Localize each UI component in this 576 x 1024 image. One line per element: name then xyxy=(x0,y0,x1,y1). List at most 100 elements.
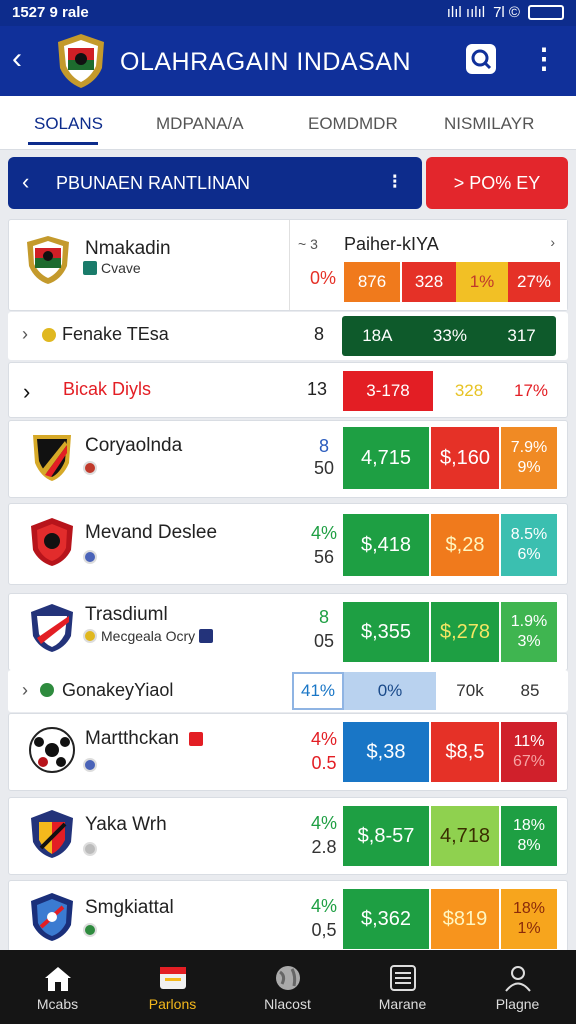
stat-bottom: 0,5 xyxy=(311,920,337,940)
tab-nismilayr[interactable]: NISMILAYR xyxy=(444,114,534,134)
odds-cell[interactable]: 41% xyxy=(292,672,344,710)
odds-cell[interactable]: 70k xyxy=(440,672,500,710)
list-icon xyxy=(390,965,416,991)
more-menu-icon[interactable]: ⋮ xyxy=(530,44,558,74)
team-badge-icon xyxy=(42,328,56,342)
stat-top: 4% xyxy=(310,729,337,749)
odds-cell[interactable]: $,278 xyxy=(431,602,499,662)
app-title: OLAHRAGAIN INDASAN xyxy=(120,48,412,76)
odds-cell[interactable]: $,28 xyxy=(431,514,499,576)
stat-bottom: 05 xyxy=(313,631,335,651)
odds-filter-button[interactable]: > PO% EY xyxy=(426,157,568,209)
ticket-icon xyxy=(160,967,186,989)
odds-cell[interactable]: 1% xyxy=(456,262,508,302)
odds-cell[interactable]: $,418 xyxy=(343,514,429,576)
team-flag-icon xyxy=(83,758,97,772)
row-label: Fenake TEsa xyxy=(62,324,169,344)
chevron-right-icon: › xyxy=(22,680,28,700)
odds-cell[interactable]: $,8-57 xyxy=(343,806,429,866)
featured-match-card[interactable]: Nmakadin Cvave ~ 3 Paiher-kIYA › 0% 876 … xyxy=(8,219,568,311)
stat-top: 8 xyxy=(318,436,329,456)
odds-cell[interactable]: 328 xyxy=(402,262,456,302)
team-name: Coryaolnda xyxy=(85,435,183,456)
odds-cell[interactable]: $,38 xyxy=(343,722,429,782)
odds-cell[interactable]: 18% 8% xyxy=(501,806,557,866)
team-flag-icon xyxy=(83,923,97,937)
tab-solans[interactable]: SOLANS xyxy=(34,114,103,134)
odds-cell[interactable]: 85 xyxy=(502,672,558,710)
panel-pct: 0% xyxy=(310,268,337,288)
compact-row[interactable]: › Fenake TEsa 8 18A 33% 317 xyxy=(8,312,568,360)
odds-cell[interactable]: 8.5% 6% xyxy=(501,514,557,576)
team-flag-icon xyxy=(83,629,97,643)
odds-cell[interactable]: 18% 1% xyxy=(501,889,557,949)
league-label: PBUNAEN RANTLINAN xyxy=(56,173,251,193)
odds-value: 18A xyxy=(362,326,393,345)
back-arrow-icon[interactable]: ‹ xyxy=(12,44,22,74)
stat-top: 4% xyxy=(310,896,337,916)
bottom-nav: Mcabs Parlons Nlacost Marane Plagne xyxy=(0,950,576,1024)
team-name: Yaka Wrh xyxy=(85,814,167,835)
nav-nlacost[interactable]: Nlacost xyxy=(230,950,345,1024)
match-card[interactable]: Martthckan 4% 0.5 $,38 $8,5 11% 67% xyxy=(8,713,568,791)
league-selector[interactable]: ‹ PBUNAEN RANTLINAN ⁝ xyxy=(8,157,422,209)
team-name: Mevand Deslee xyxy=(85,522,218,543)
tab-eomdmdr[interactable]: EOMDMDR xyxy=(308,114,398,134)
nav-label: Mcabs xyxy=(36,996,79,1012)
odds-cell[interactable]: 876 xyxy=(344,262,400,302)
odds-cell[interactable]: 11% 67% xyxy=(501,722,557,782)
odds-cell[interactable]: 4,715 xyxy=(343,427,429,489)
stat-bottom: 2.8 xyxy=(311,837,337,857)
row-label: GonakeyYiaol xyxy=(62,680,174,700)
nav-marane[interactable]: Marane xyxy=(345,950,460,1024)
nav-label: Marane xyxy=(378,996,427,1012)
compact-row[interactable]: › Bicak Diyls 13 3-178 328 17% xyxy=(8,362,568,418)
odds-cell[interactable]: 17% xyxy=(503,371,559,411)
odds-cell[interactable]: 0% xyxy=(344,672,436,710)
odds-cell[interactable]: $,362 xyxy=(343,889,429,949)
team-flag-icon xyxy=(189,732,203,746)
panel-chevron-icon[interactable]: › xyxy=(550,234,555,250)
club-crest-icon xyxy=(58,34,104,88)
match-card[interactable]: Yaka Wrh 4% 2.8 $,8-57 4,718 18% 8% xyxy=(8,797,568,875)
odds-cell[interactable]: 27% xyxy=(508,262,560,302)
stat-bottom: 0.5 xyxy=(311,753,337,773)
home-icon xyxy=(45,967,71,991)
match-card[interactable]: Smgkiattal 4% 0,5 $,362 $819 18% 1% xyxy=(8,880,568,952)
drag-handle-icon[interactable]: ⁝ xyxy=(392,169,398,194)
match-card[interactable]: Trasdiuml Mecgeala Ocry 8 05 $,355 $,278… xyxy=(8,593,568,671)
odds-cell[interactable]: 328 xyxy=(439,371,499,411)
team-crest-icon xyxy=(31,893,73,941)
odds-cell[interactable]: 7.9% 9% xyxy=(501,427,557,489)
team-flag-icon xyxy=(199,629,214,643)
team-flag-icon xyxy=(83,261,97,275)
signal-icon: ılıl ıılıl xyxy=(446,4,486,21)
row-label: Bicak Diyls xyxy=(63,379,152,399)
odds-cell[interactable]: $,160 xyxy=(431,427,499,489)
tab-mdpana[interactable]: MDPANA/A xyxy=(156,114,244,134)
team-badge-icon xyxy=(40,683,54,697)
odds-value: 33% xyxy=(432,326,467,345)
odds-cell[interactable]: 3-178 xyxy=(343,371,433,411)
nav-parlons[interactable]: Parlons xyxy=(115,950,230,1024)
nav-profile[interactable]: Plagne xyxy=(460,950,575,1024)
match-card[interactable]: Coryaolnda 8 50 4,715 $,160 7.9% 9% xyxy=(8,420,568,498)
odds-cell[interactable]: 1.9% 3% xyxy=(501,602,557,662)
search-chat-icon[interactable] xyxy=(466,44,496,74)
team-name: Martthckan xyxy=(85,728,179,749)
match-card[interactable]: Mevand Deslee 4% 56 $,418 $,28 8.5% 6% xyxy=(8,503,568,585)
stat-top: 4% xyxy=(310,813,337,833)
team-sub: Mecgeala Ocry xyxy=(101,628,196,644)
compact-row[interactable]: › GonakeyYiaol 41% 0% 70k 85 xyxy=(8,670,568,712)
odds-strip[interactable]: 18A 33% 317 xyxy=(342,316,556,356)
battery-icon xyxy=(528,5,564,20)
odds-cell[interactable]: $819 xyxy=(431,889,499,949)
odds-cell[interactable]: $,355 xyxy=(343,602,429,662)
row-number: 8 xyxy=(314,324,325,344)
odds-cell[interactable]: $8,5 xyxy=(431,722,499,782)
team-crest-icon xyxy=(29,727,75,773)
nav-label: Nlacost xyxy=(264,996,311,1012)
nav-home[interactable]: Mcabs xyxy=(0,950,115,1024)
team-crest-icon xyxy=(27,236,69,284)
odds-cell[interactable]: 4,718 xyxy=(431,806,499,866)
